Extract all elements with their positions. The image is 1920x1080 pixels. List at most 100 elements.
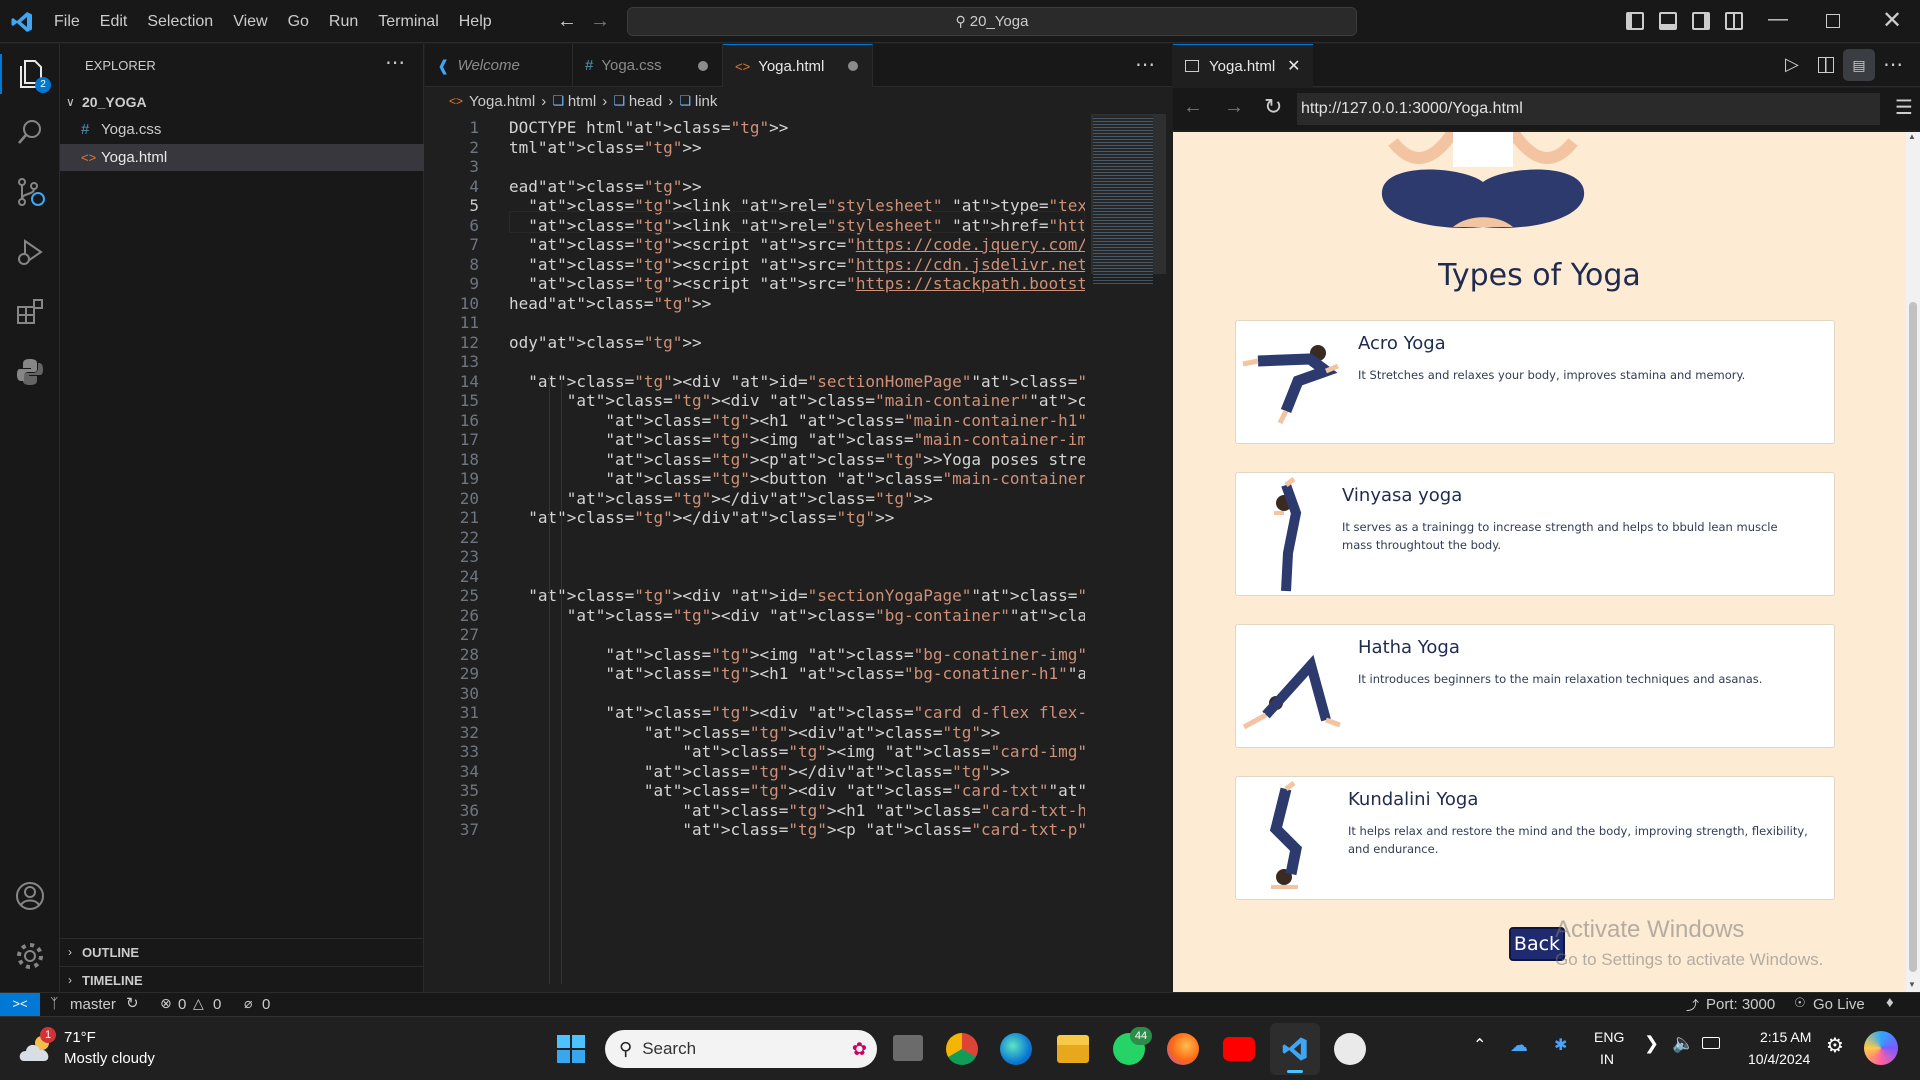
code-editor[interactable]: 1 DOCTYPE html"at">class="tg">> 2 tml"at">c… <box>425 114 1085 992</box>
code-line[interactable]: "at">class="tg"><img "at">class="main-co… <box>509 430 1085 449</box>
code-line[interactable]: "at">class="tg"><p "at">class="card-txt-… <box>509 820 1085 839</box>
extensions-icon[interactable] <box>10 292 50 332</box>
menu-run[interactable]: Run <box>319 0 368 43</box>
code-line[interactable]: "at">class="tg"></div"at">class="tg">> <box>509 508 894 527</box>
volume-icon[interactable]: 🔈 <box>1672 1033 1694 1054</box>
more-actions-icon[interactable]: ⋯ <box>1135 52 1155 77</box>
tab-welcome[interactable]: ❰ Welcome <box>425 44 573 87</box>
breadcrumb-item[interactable]: html <box>568 93 596 110</box>
code-line[interactable]: "at">class="tg"><div "at">id="sectionYog… <box>509 586 1085 605</box>
code-line[interactable]: "at">class="tg"><script "at">src="https:… <box>509 255 1085 274</box>
weather-temp[interactable]: 71°F <box>64 1029 96 1046</box>
notification-bell-icon[interactable]: ♦ <box>1886 994 1894 1011</box>
clock-date[interactable]: 10/4/2024 <box>1748 1051 1810 1067</box>
code-line[interactable]: "at">class="tg"><h1 "at">class="card-txt… <box>509 801 1085 820</box>
code-line[interactable]: "at">class="tg"><div "at">class="card-tx… <box>509 781 1085 800</box>
file-row-yoga-html[interactable]: <> Yoga.html <box>60 144 424 171</box>
tab-yoga-html[interactable]: <> Yoga.html <box>723 44 873 87</box>
warning-count[interactable]: 0 <box>213 996 221 1013</box>
file-row-yoga-css[interactable]: # Yoga.css <box>60 116 424 143</box>
port-label[interactable]: Port: 3000 <box>1706 996 1775 1013</box>
code-line[interactable]: tml"at">class="tg">> <box>509 138 702 157</box>
wifi-icon[interactable]: ❯ <box>1644 1033 1659 1054</box>
forward-arrow-icon[interactable]: → <box>590 10 610 33</box>
branch-name[interactable]: master <box>70 996 116 1013</box>
sync-icon[interactable]: ↻ <box>126 994 139 1012</box>
ports-count[interactable]: 0 <box>262 996 270 1013</box>
menu-file[interactable]: File <box>44 0 90 43</box>
code-line[interactable]: "at">class="tg"><h1 "at">class="main-con… <box>509 411 1085 430</box>
run-icon[interactable]: ▷ <box>1785 54 1799 75</box>
accounts-icon[interactable] <box>10 876 50 916</box>
minimap[interactable] <box>1085 114 1172 992</box>
code-line[interactable]: "at">class="tg"><img "at">class="bg-cona… <box>509 645 1085 664</box>
remote-icon[interactable]: >< <box>0 993 40 1017</box>
clock-time[interactable]: 2:15 AM <box>1760 1029 1811 1045</box>
menu-view[interactable]: View <box>223 0 277 43</box>
chrome-icon[interactable] <box>946 1033 978 1065</box>
code-line[interactable]: ody"at">class="tg">> <box>509 333 702 352</box>
menu-help[interactable]: Help <box>449 0 502 43</box>
python-icon[interactable] <box>10 352 50 392</box>
onedrive-icon[interactable]: ☁ <box>1510 1035 1528 1056</box>
breadcrumb-item[interactable]: link <box>695 93 718 110</box>
show-hidden-icons-chevron[interactable]: ⌃ <box>1473 1035 1486 1055</box>
settings-gear-icon[interactable]: ⚙ <box>1826 1033 1844 1058</box>
code-line[interactable]: "at">class="tg"><h1 "at">class="bg-conat… <box>509 664 1085 683</box>
toggle-secondary-sidebar-icon[interactable] <box>1692 12 1710 30</box>
code-line[interactable]: "at">class="tg"><button "at">class="main… <box>509 469 1085 488</box>
back-arrow-icon[interactable]: ← <box>557 10 577 33</box>
minimize-icon[interactable]: — <box>1768 8 1788 31</box>
task-view-icon[interactable] <box>893 1035 923 1061</box>
scroll-down-icon[interactable]: ▼ <box>1908 980 1916 989</box>
language-line2[interactable]: IN <box>1600 1051 1614 1067</box>
more-actions-icon[interactable]: ⋯ <box>385 50 405 75</box>
url-input[interactable]: http://127.0.0.1:3000/Yoga.html <box>1297 93 1880 125</box>
menu-edit[interactable]: Edit <box>90 0 138 43</box>
code-line[interactable]: "at">class="tg"><p"at">class="tg">>Yoga … <box>509 450 1085 469</box>
vscode-taskbar-icon[interactable] <box>1270 1023 1320 1075</box>
menu-icon[interactable]: ☰ <box>1895 95 1913 120</box>
taskbar-search-box[interactable]: ⚲ Search ✿ <box>605 1030 877 1068</box>
settings-gear-icon[interactable] <box>10 936 50 976</box>
customize-layout-icon[interactable] <box>1725 12 1743 30</box>
restore-icon[interactable] <box>1826 14 1840 28</box>
error-count[interactable]: 0 <box>178 996 186 1013</box>
toggle-panel-icon[interactable] <box>1659 12 1677 30</box>
back-arrow-icon[interactable]: ← <box>1183 96 1203 119</box>
browser-scrollbar[interactable]: ▲ ▼ <box>1906 132 1920 992</box>
tab-yoga-css[interactable]: # Yoga.css <box>573 44 723 87</box>
copilot-icon[interactable] <box>1864 1031 1898 1065</box>
code-line[interactable]: "at">class="tg"><script "at">src="https:… <box>509 235 1085 254</box>
scrollbar-thumb[interactable] <box>1909 302 1917 972</box>
battery-icon[interactable] <box>1702 1037 1720 1049</box>
unsaved-dot-icon[interactable] <box>698 60 708 71</box>
firefox-icon[interactable] <box>1167 1033 1199 1065</box>
more-actions-icon[interactable]: ⋯ <box>1883 52 1903 77</box>
scroll-up-icon[interactable]: ▲ <box>1908 132 1916 141</box>
code-line[interactable]: "at">class="tg"></div"at">class="tg">> <box>509 489 933 508</box>
code-line[interactable]: "at">class="tg"><div "at">class="bg-cont… <box>509 606 1085 625</box>
file-explorer-icon[interactable] <box>1057 1035 1089 1063</box>
code-line[interactable]: DOCTYPE html"at">class="tg">> <box>509 118 788 137</box>
code-line[interactable]: "at">class="tg"><div "at">class="main-co… <box>509 391 1085 410</box>
code-line[interactable]: ead"at">class="tg">> <box>509 177 702 196</box>
outline-section[interactable]: › OUTLINE <box>60 938 424 965</box>
code-line[interactable]: head"at">class="tg">> <box>509 294 711 313</box>
toggle-primary-sidebar-icon[interactable] <box>1626 12 1644 30</box>
tab-browser-yoga[interactable]: Yoga.html ✕ <box>1173 44 1313 87</box>
timeline-section[interactable]: › TIMELINE <box>60 966 424 993</box>
go-live-button[interactable]: Go Live <box>1813 996 1865 1013</box>
bluetooth-icon[interactable]: ✱ <box>1554 1035 1567 1055</box>
unsaved-dot-icon[interactable] <box>848 61 858 71</box>
lock-icon[interactable]: ▤ <box>1843 49 1875 81</box>
menu-go[interactable]: Go <box>278 0 319 43</box>
code-line[interactable]: "at">class="tg"><div"at">class="tg">> <box>509 723 1000 742</box>
edge-icon[interactable] <box>1000 1033 1032 1065</box>
weather-description[interactable]: Mostly cloudy <box>64 1050 155 1067</box>
language-line1[interactable]: ENG <box>1594 1029 1624 1045</box>
code-line[interactable]: "at">class="tg"><div "at">id="sectionHom… <box>509 372 1085 391</box>
split-editor-icon[interactable] <box>1818 57 1834 73</box>
forward-arrow-icon[interactable]: → <box>1224 96 1244 119</box>
breadcrumb-item[interactable]: Yoga.html <box>469 93 535 110</box>
